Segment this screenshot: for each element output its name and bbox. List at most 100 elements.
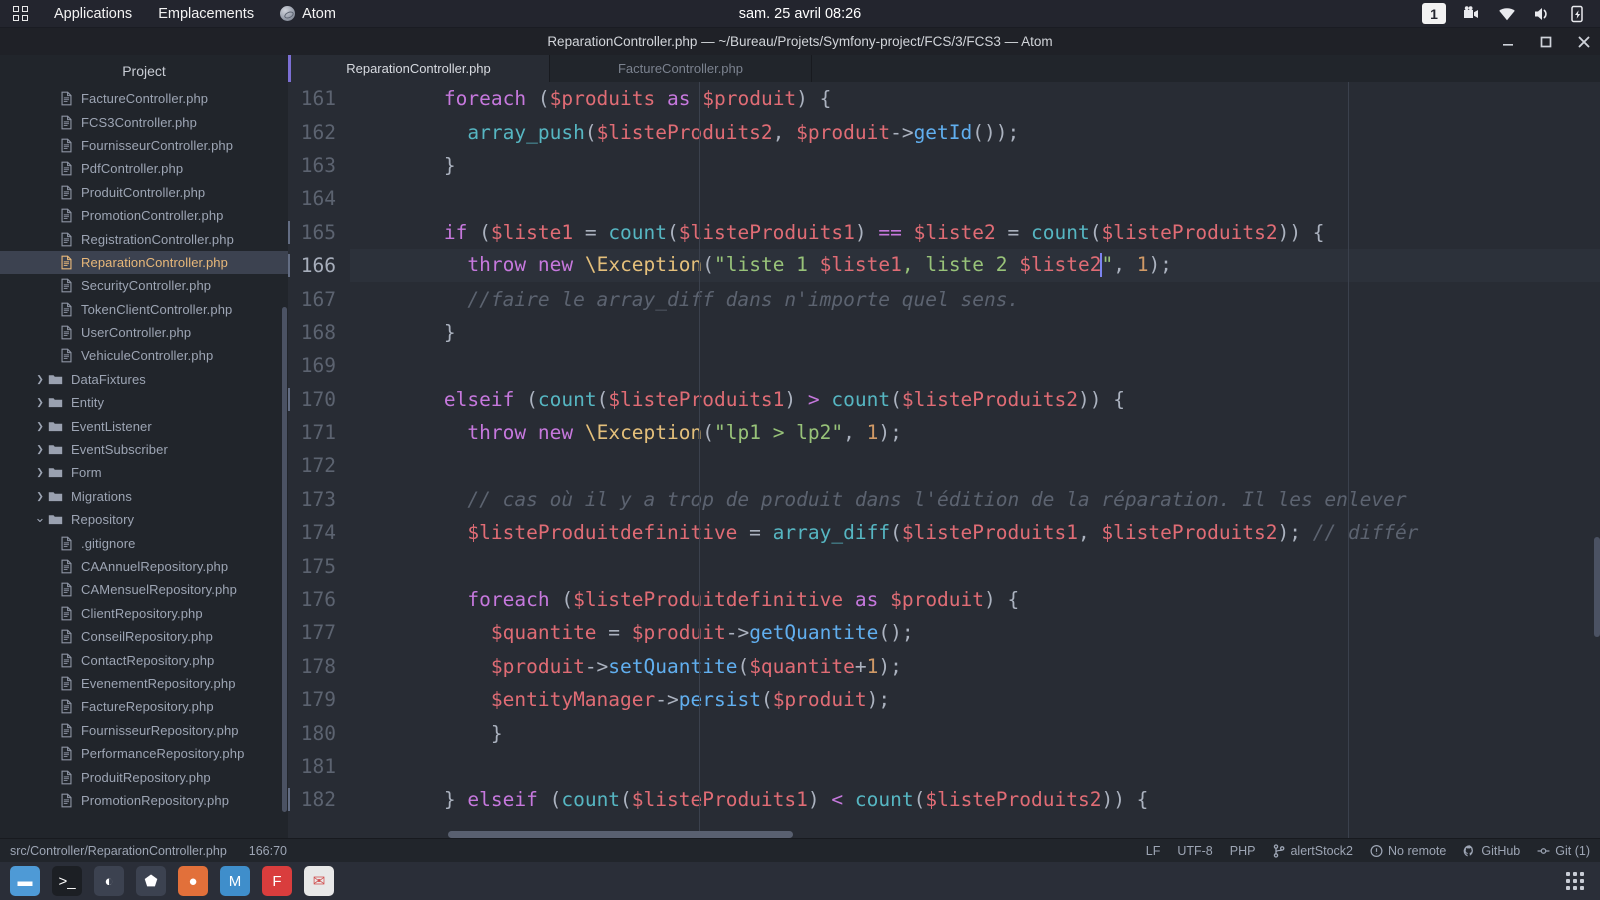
status-line-ending[interactable]: LF bbox=[1146, 844, 1161, 858]
firefox-icon[interactable]: ● bbox=[178, 866, 208, 896]
places-menu[interactable]: Emplacements bbox=[145, 0, 267, 28]
tree-file-row[interactable]: PromotionController.php bbox=[0, 204, 288, 227]
show-applications-icon[interactable] bbox=[1566, 872, 1584, 890]
tree-file-row[interactable]: FournisseurRepository.php bbox=[0, 719, 288, 742]
close-button[interactable] bbox=[1576, 34, 1592, 50]
code-line[interactable]: 179 $entityManager->persist($produit); bbox=[288, 683, 1600, 716]
tree-file-row[interactable]: ClientRepository.php bbox=[0, 602, 288, 625]
tree-file-row[interactable]: SecurityController.php bbox=[0, 274, 288, 297]
tree-file-row[interactable]: ProduitRepository.php bbox=[0, 765, 288, 788]
tree-folder-row[interactable]: ❯ Form bbox=[0, 461, 288, 484]
inkscape-icon[interactable]: ⬟ bbox=[136, 866, 166, 896]
status-git-changes[interactable]: Git (1) bbox=[1537, 844, 1590, 858]
text-editor[interactable]: 161 foreach ($produits as $produit) {162… bbox=[288, 82, 1600, 838]
mail-icon[interactable]: ✉ bbox=[304, 866, 334, 896]
tree-folder-row[interactable]: ❯ Migrations bbox=[0, 485, 288, 508]
tree-file-row[interactable]: FactureController.php bbox=[0, 87, 288, 110]
screen-recorder-icon[interactable] bbox=[1462, 4, 1481, 23]
code-line[interactable]: 181 bbox=[288, 750, 1600, 783]
code-line[interactable]: 180 } bbox=[288, 716, 1600, 749]
chevron-right-icon[interactable]: ❯ bbox=[34, 468, 46, 477]
tree-file-row[interactable]: FactureRepository.php bbox=[0, 695, 288, 718]
status-encoding[interactable]: UTF-8 bbox=[1177, 844, 1212, 858]
maximize-button[interactable] bbox=[1538, 34, 1554, 50]
tree-file-row[interactable]: CAMensuelRepository.php bbox=[0, 578, 288, 601]
chevron-right-icon[interactable]: ❯ bbox=[34, 421, 46, 431]
code-line[interactable]: 182 } elseif (count($listeProduits1) < c… bbox=[288, 783, 1600, 816]
code-line[interactable]: 174 $listeProduitdefinitive = array_diff… bbox=[288, 516, 1600, 549]
editor-tab[interactable]: FactureController.php bbox=[550, 55, 812, 82]
code-line[interactable]: 162 array_push($listeProduits2, $produit… bbox=[288, 115, 1600, 148]
music-icon[interactable]: M bbox=[220, 866, 250, 896]
code-line[interactable]: 173 // cas où il y a trop de produit dan… bbox=[288, 483, 1600, 516]
code-line[interactable]: 178 $produit->setQuantite($quantite+1); bbox=[288, 650, 1600, 683]
applications-menu[interactable]: Applications bbox=[41, 0, 145, 28]
code-line[interactable]: 169 bbox=[288, 349, 1600, 382]
tree-file-row[interactable]: UserController.php bbox=[0, 321, 288, 344]
chevron-down-icon[interactable]: ⌄ bbox=[34, 511, 46, 524]
filezilla-icon[interactable]: F bbox=[262, 866, 292, 896]
tree-file-row[interactable]: FCS3Controller.php bbox=[0, 110, 288, 133]
code-line[interactable]: 171 throw new \Exception("lp1 > lp2", 1)… bbox=[288, 416, 1600, 449]
code-token: $produit bbox=[702, 87, 797, 111]
tree-file-row[interactable]: TokenClientController.php bbox=[0, 298, 288, 321]
chevron-right-icon[interactable]: ❯ bbox=[34, 491, 46, 501]
tree-file-row[interactable]: PromotionRepository.php bbox=[0, 789, 288, 812]
tree-scrollbar[interactable] bbox=[282, 307, 287, 812]
code-line[interactable]: 161 foreach ($produits as $produit) { bbox=[288, 82, 1600, 115]
tree-folder-row[interactable]: ⌄ Repository bbox=[0, 508, 288, 531]
status-git-branch[interactable]: alertStock2 bbox=[1272, 844, 1353, 858]
tree-file-row[interactable]: ConseilRepository.php bbox=[0, 625, 288, 648]
tree-file-row[interactable]: RegistrationController.php bbox=[0, 227, 288, 250]
code-line[interactable]: 176 foreach ($listeProduitdefinitive as … bbox=[288, 583, 1600, 616]
chevron-right-icon[interactable]: ❯ bbox=[34, 445, 46, 454]
files-icon[interactable]: ▬ bbox=[10, 866, 40, 896]
editor-tab[interactable]: ReparationController.php bbox=[288, 55, 550, 82]
code-line[interactable]: 163 } bbox=[288, 149, 1600, 182]
gimp-icon[interactable]: ◐ bbox=[94, 866, 124, 896]
tree-file-row[interactable]: FournisseurController.php bbox=[0, 134, 288, 157]
status-cursor-position[interactable]: 166:70 bbox=[249, 844, 287, 858]
editor-vertical-scrollbar[interactable] bbox=[1594, 537, 1600, 637]
battery-charging-icon[interactable] bbox=[1567, 4, 1586, 23]
code-scroll-area[interactable]: 161 foreach ($produits as $produit) {162… bbox=[288, 82, 1600, 838]
code-line[interactable]: 165 if ($liste1 = count($listeProduits1)… bbox=[288, 216, 1600, 249]
active-app-menu[interactable]: Atom bbox=[267, 0, 349, 28]
status-github[interactable]: GitHub bbox=[1463, 844, 1520, 858]
tree-folder-row[interactable]: ❯ DataFixtures bbox=[0, 368, 288, 391]
activities-button[interactable] bbox=[0, 0, 41, 28]
code-line[interactable]: 166 throw new \Exception("liste 1 $liste… bbox=[288, 248, 1600, 283]
tree-file-row[interactable]: .gitignore bbox=[0, 531, 288, 554]
code-line[interactable]: 164 bbox=[288, 182, 1600, 215]
minimize-button[interactable] bbox=[1500, 34, 1516, 50]
code-line[interactable]: 172 bbox=[288, 449, 1600, 482]
tree-folder-row[interactable]: ❯ Entity bbox=[0, 391, 288, 414]
tree-file-row[interactable]: ContactRepository.php bbox=[0, 648, 288, 671]
chevron-right-icon[interactable]: ❯ bbox=[34, 398, 46, 407]
tree-file-row[interactable]: ReparationController.php bbox=[0, 250, 288, 275]
code-line[interactable]: 167 //faire le array_diff dans n'importe… bbox=[288, 282, 1600, 315]
code-line[interactable]: 177 $quantite = $produit->getQuantite(); bbox=[288, 616, 1600, 649]
chevron-right-icon[interactable]: ❯ bbox=[34, 374, 46, 384]
tree-folder-row[interactable]: ❯ EventSubscriber bbox=[0, 438, 288, 461]
status-file-path[interactable]: src/Controller/ReparationController.php bbox=[10, 844, 227, 858]
tree-file-row[interactable]: VehiculeController.php bbox=[0, 344, 288, 367]
tree-folder-row[interactable]: ❯ EventListener bbox=[0, 414, 288, 437]
atom-workspace: Project FactureController.php FCS3Control… bbox=[0, 55, 1600, 838]
status-remote[interactable]: No remote bbox=[1370, 844, 1446, 858]
code-line[interactable]: 175 bbox=[288, 549, 1600, 582]
status-grammar[interactable]: PHP bbox=[1230, 844, 1256, 858]
code-line[interactable]: 168 } bbox=[288, 316, 1600, 349]
code-line[interactable]: 170 elseif (count($listeProduits1) > cou… bbox=[288, 383, 1600, 416]
editor-horizontal-scrollbar[interactable] bbox=[448, 831, 793, 838]
tree-file-row[interactable]: PerformanceRepository.php bbox=[0, 742, 288, 765]
workspace-indicator[interactable]: 1 bbox=[1422, 3, 1446, 24]
tree-file-row[interactable]: PdfController.php bbox=[0, 157, 288, 180]
volume-icon[interactable] bbox=[1532, 4, 1551, 23]
terminal-icon[interactable]: >_ bbox=[52, 866, 82, 896]
tree-file-row[interactable]: EvenementRepository.php bbox=[0, 672, 288, 695]
tree-file-row[interactable]: ProduitController.php bbox=[0, 181, 288, 204]
wifi-icon[interactable] bbox=[1497, 4, 1516, 23]
tree-file-row[interactable]: CAAnnuelRepository.php bbox=[0, 555, 288, 578]
